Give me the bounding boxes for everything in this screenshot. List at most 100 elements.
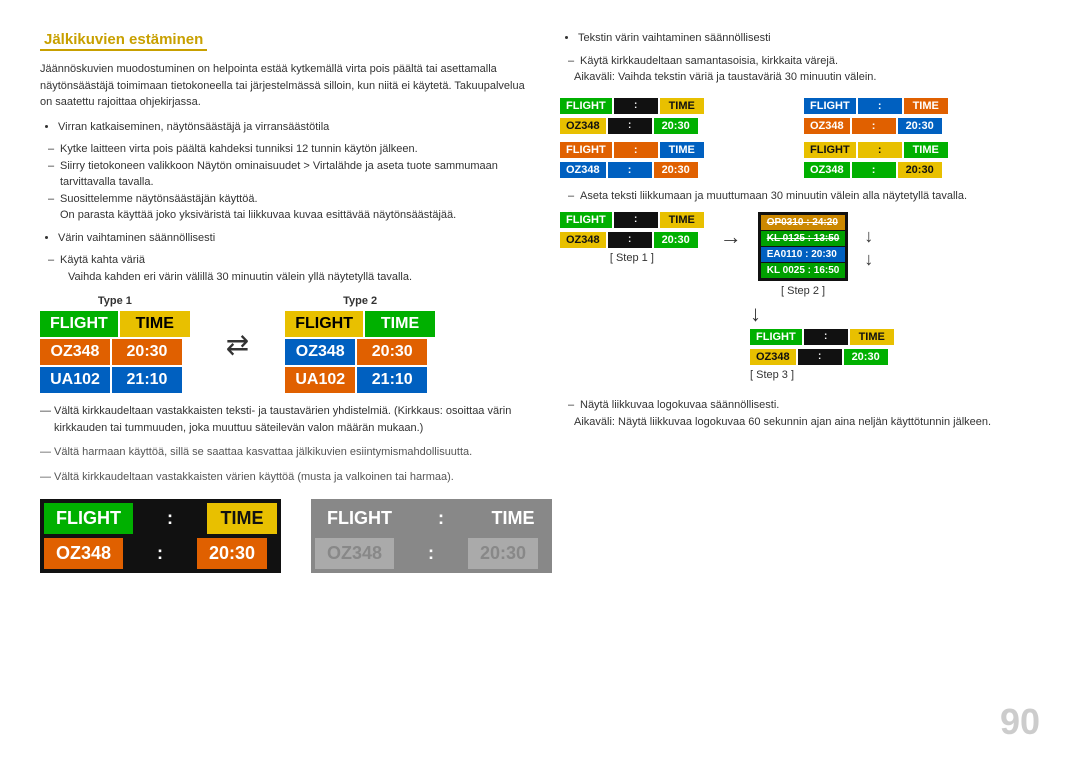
s3-flight: FLIGHT: [750, 329, 802, 345]
s1-flight: FLIGHT: [560, 212, 612, 228]
section-title: Jälkikuvien estäminen: [40, 30, 207, 51]
section2-list: Värin vaihtaminen säännöllisesti: [40, 230, 530, 247]
section1-header: Virran katkaiseminen, näytönsäästäjä ja …: [58, 119, 530, 136]
color-rule-section: Tekstin värin vaihtaminen säännöllisesti…: [560, 30, 1040, 86]
b3-colon2: :: [608, 162, 652, 178]
s2-line3: EA0110 : 20:30: [761, 247, 846, 262]
b2-flight: FLIGHT: [804, 98, 856, 114]
mini-board-1: FLIGHT : TIME OZ348 : 20:30: [560, 98, 796, 134]
type1-ua102: UA102: [40, 367, 110, 393]
step2-label: [ Step 2 ]: [781, 285, 825, 297]
left-column: Jälkikuvien estäminen Jäännöskuvien muod…: [40, 30, 530, 733]
color-rule-detail: Aikaväli: Vaihda tekstin väriä ja tausta…: [560, 69, 1040, 86]
b2-colon: :: [858, 98, 902, 114]
b4-flight: FLIGHT: [804, 142, 856, 158]
gray-board-colon2: :: [396, 538, 466, 569]
type2-oz348: OZ348: [285, 339, 355, 365]
b1-colon: :: [614, 98, 658, 114]
black-board-time: TIME: [207, 503, 277, 534]
gray-board-oz348: OZ348: [315, 538, 394, 569]
swap-arrow: ⇄: [226, 328, 249, 361]
s2-line2: KL 0125 : 13:50: [761, 231, 846, 246]
type2-label: Type 2: [343, 295, 377, 307]
bottom-boards: FLIGHT : TIME OZ348 : 20:30 FLIGHT : TIM…: [40, 499, 530, 573]
type2-flight-header: FLIGHT: [285, 311, 363, 337]
section2-header: Värin vaihtaminen säännöllisesti: [58, 230, 530, 247]
gray-board-colon: :: [406, 503, 476, 534]
step3-label: [ Step 3 ]: [750, 369, 794, 381]
b2-oz: OZ348: [804, 118, 850, 134]
logo-rule-detail: Aikaväli: Näytä liikkuvaa logokuvaa 60 s…: [560, 414, 1040, 431]
b3-time2: 20:30: [654, 162, 698, 178]
type1-oz348: OZ348: [40, 339, 110, 365]
b3-oz: OZ348: [560, 162, 606, 178]
b1-time2: 20:30: [654, 118, 698, 134]
warning2: Vältä harmaan käyttöä, sillä se saattaa …: [40, 444, 530, 461]
s1-2030: 20:30: [654, 232, 698, 248]
type2-2030: 20:30: [357, 339, 427, 365]
section1-list: Virran katkaiseminen, näytönsäästäjä ja …: [40, 119, 530, 136]
type2-ua102: UA102: [285, 367, 355, 393]
black-board-2030: 20:30: [197, 538, 267, 569]
s2-line4: KL 0025 : 16:50: [761, 263, 846, 278]
b1-oz: OZ348: [560, 118, 606, 134]
section1-item2: Siirry tietokoneen valikkoon Näytön omin…: [40, 158, 530, 191]
logo-rule-section: Näytä liikkuvaa logokuvaa säännöllisesti…: [560, 397, 1040, 430]
gray-board-flight: FLIGHT: [315, 503, 404, 534]
s3-time: TIME: [850, 329, 894, 345]
black-board-colon2: :: [125, 538, 195, 569]
type1-flight-header: FLIGHT: [40, 311, 118, 337]
step-rule-text: Aseta teksti liikkumaan ja muuttumaan 30…: [560, 188, 1040, 205]
step1-box: FLIGHT : TIME OZ348 : 20:30 [ Step 1 ]: [560, 212, 704, 264]
s1-time: TIME: [660, 212, 704, 228]
mini-board-4: FLIGHT : TIME OZ348 : 20:30: [804, 142, 1040, 178]
type1-block: Type 1 FLIGHT TIME OZ348 20:30 UA102 21:…: [40, 295, 190, 393]
s3-2030: 20:30: [844, 349, 888, 365]
black-board-flight: FLIGHT: [44, 503, 133, 534]
color-rule-title: Tekstin värin vaihtaminen säännöllisesti: [578, 30, 1040, 47]
type2-2110: 21:10: [357, 367, 427, 393]
step2-box: OP0310 : 24:20 KL 0125 : 13:50 EA0110 : …: [758, 212, 849, 297]
step1-board: FLIGHT : TIME OZ348 : 20:30: [560, 212, 704, 248]
section1-item1: Kytke laitteen virta pois päältä kahdeks…: [40, 141, 530, 158]
s3-colon2: :: [798, 349, 842, 365]
type1-2030: 20:30: [112, 339, 182, 365]
step1-label: [ Step 1 ]: [610, 252, 654, 264]
step1-to-step2-arrow: →: [720, 212, 742, 250]
black-board: FLIGHT : TIME OZ348 : 20:30: [40, 499, 281, 573]
gray-board-2030: 20:30: [468, 538, 538, 569]
type-boards-row: Type 1 FLIGHT TIME OZ348 20:30 UA102 21:…: [40, 295, 530, 393]
b4-oz: OZ348: [804, 162, 850, 178]
s3-oz: OZ348: [750, 349, 796, 365]
type1-label: Type 1: [98, 295, 132, 307]
step2-board: OP0310 : 24:20 KL 0125 : 13:50 EA0110 : …: [758, 212, 849, 281]
s1-colon2: :: [608, 232, 652, 248]
s2-line1: OP0310 : 24:20: [761, 215, 846, 230]
type1-board: FLIGHT TIME OZ348 20:30 UA102 21:10: [40, 311, 190, 393]
intro-text: Jäännöskuvien muodostuminen on helpointa…: [40, 61, 530, 111]
b4-colon2: :: [852, 162, 896, 178]
b2-colon2: :: [852, 118, 896, 134]
s3-colon: :: [804, 329, 848, 345]
step3-block: ↓ FLIGHT : TIME OZ348 : 20:30 [ Step 3 ]: [750, 301, 1040, 381]
double-arrow2: ↓: [864, 249, 873, 270]
type2-block: Type 2 FLIGHT TIME OZ348 20:30 UA102 21:…: [285, 295, 435, 393]
right-column: Tekstin värin vaihtaminen säännöllisesti…: [560, 30, 1040, 733]
arrows-col: ↓ ↓: [864, 212, 873, 270]
b1-colon2: :: [608, 118, 652, 134]
b4-time: TIME: [904, 142, 948, 158]
section1-item3: Suosittelemme näytönsäästäjän käyttöä. O…: [40, 191, 530, 224]
color-rule-list: Tekstin värin vaihtaminen säännöllisesti: [560, 30, 1040, 47]
type2-board: FLIGHT TIME OZ348 20:30 UA102 21:10: [285, 311, 435, 393]
gray-board: FLIGHT : TIME OZ348 : 20:30: [311, 499, 552, 573]
b3-flight: FLIGHT: [560, 142, 612, 158]
mini-board-2: FLIGHT : TIME OZ348 : 20:30: [804, 98, 1040, 134]
mini-board-3: FLIGHT : TIME OZ348 : 20:30: [560, 142, 796, 178]
color-rule-sub: Käytä kirkkaudeltaan samantasoisia, kirk…: [560, 53, 1040, 70]
step2-to-step3-arrow: ↓: [750, 301, 761, 327]
double-arrow1: ↓: [864, 226, 873, 247]
warning1: Vältä kirkkaudeltaan vastakkaisten tekst…: [40, 403, 530, 436]
type1-time-header: TIME: [120, 311, 190, 337]
b1-flight: FLIGHT: [560, 98, 612, 114]
type2-time-header: TIME: [365, 311, 435, 337]
